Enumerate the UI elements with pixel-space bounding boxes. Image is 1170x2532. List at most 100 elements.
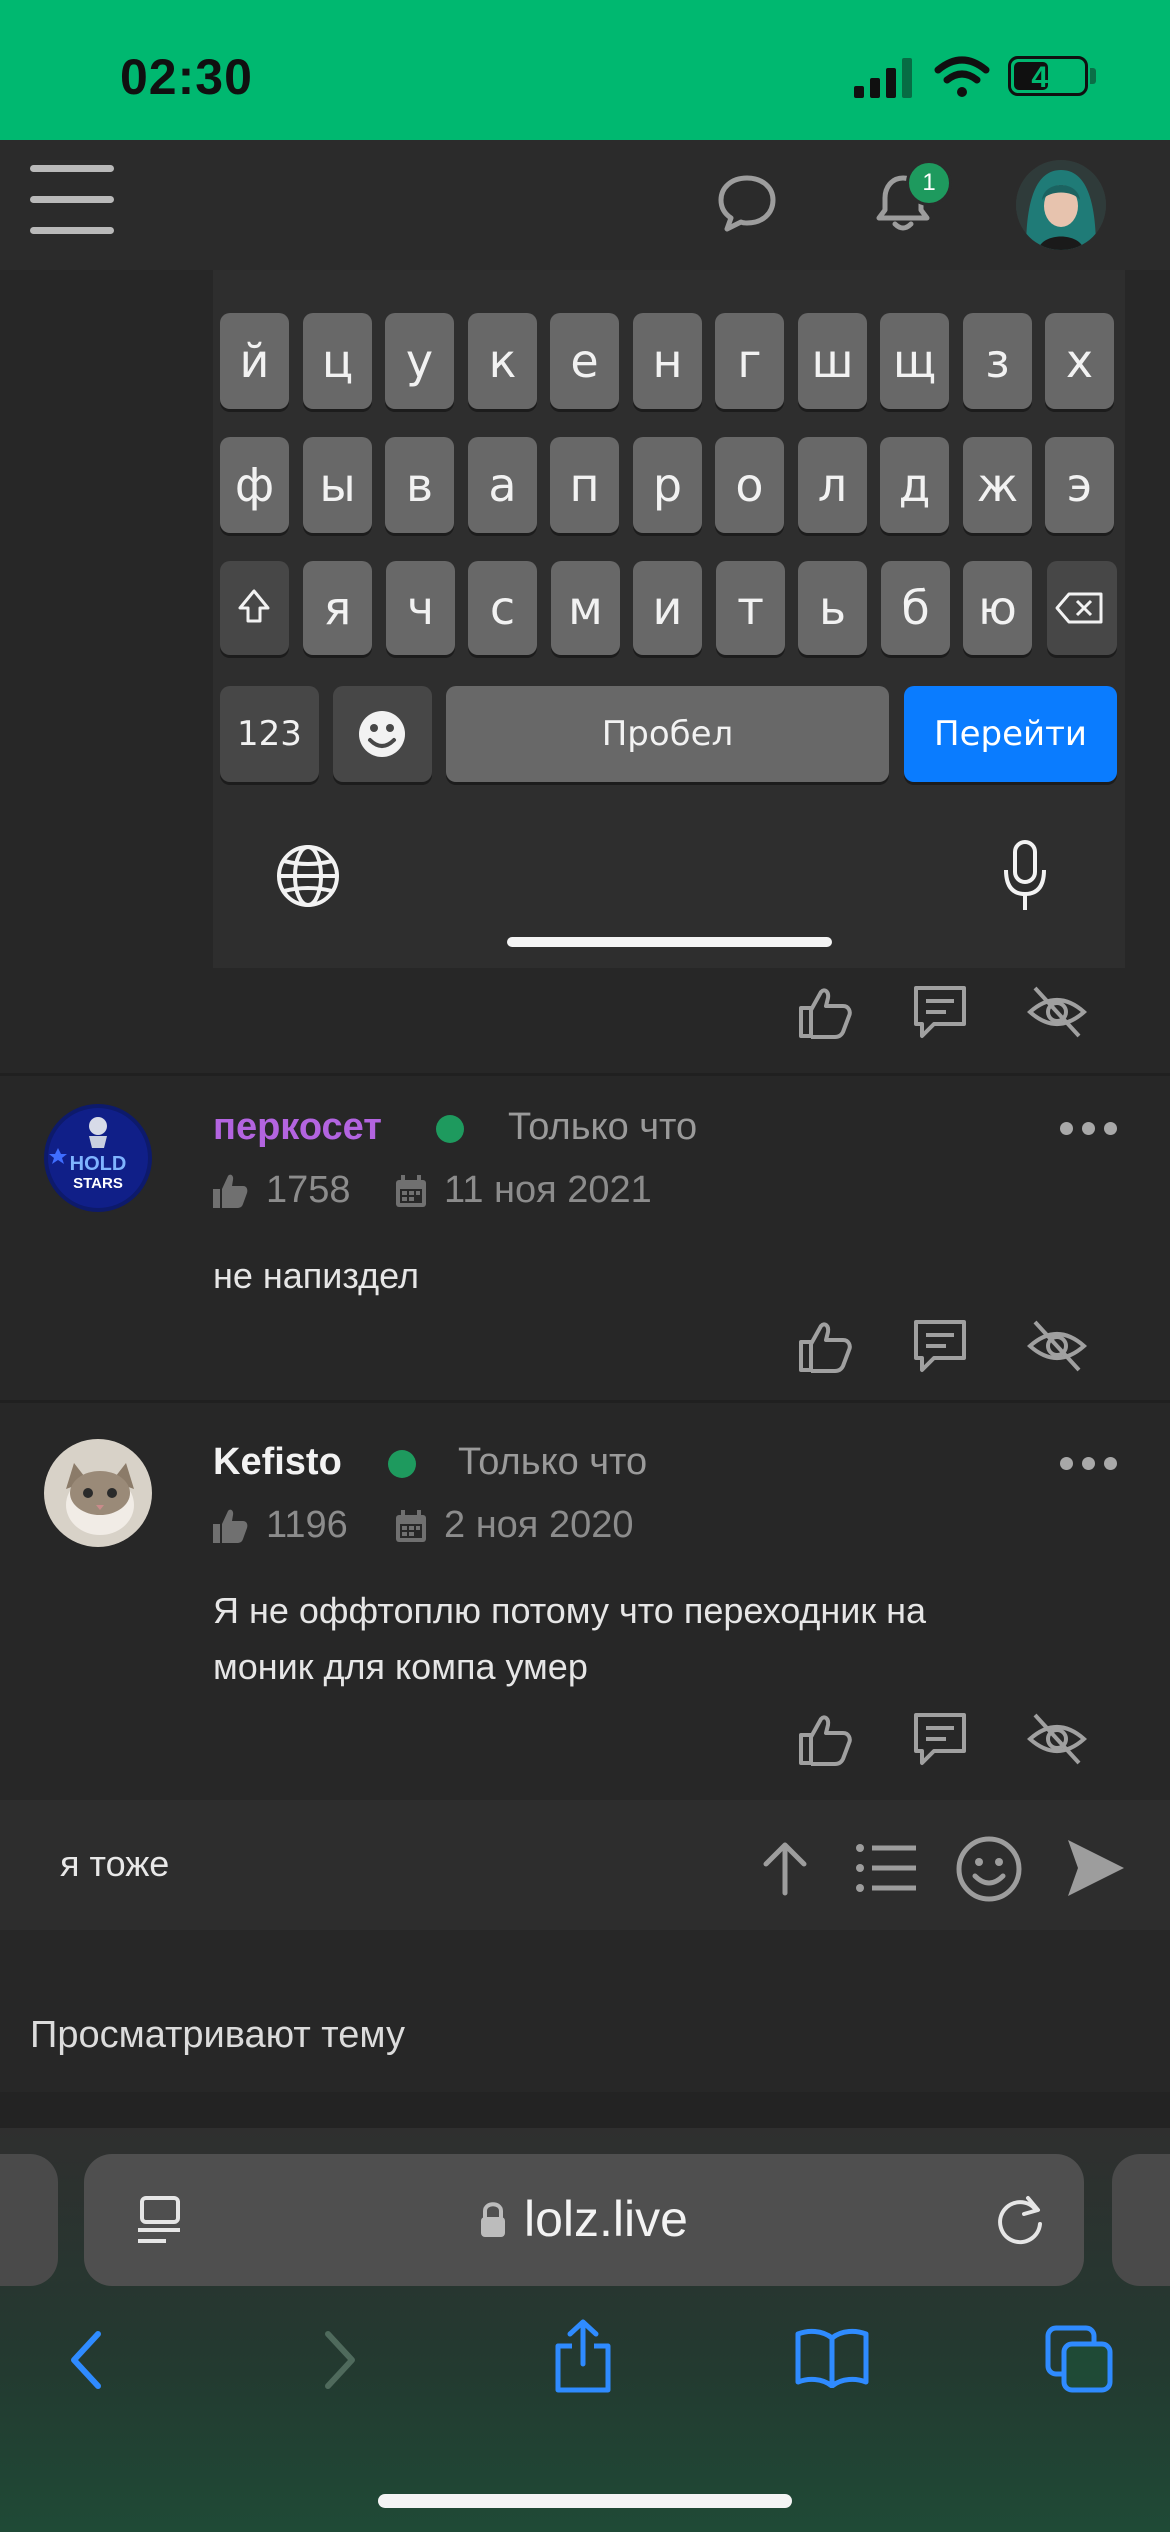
key-л[interactable]: л <box>798 437 867 533</box>
space-key[interactable]: Пробел <box>446 686 889 782</box>
key-к[interactable]: к <box>468 313 537 409</box>
key-т[interactable]: т <box>716 561 785 655</box>
key-б[interactable]: б <box>881 561 950 655</box>
key-в[interactable]: в <box>385 437 454 533</box>
emoji-icon[interactable] <box>954 1834 1024 1904</box>
key-о[interactable]: о <box>715 437 784 533</box>
post-actions <box>795 982 1095 1046</box>
back-icon[interactable] <box>64 2328 108 2392</box>
numbers-key[interactable]: 123 <box>220 686 319 782</box>
url-text: lolz.live <box>524 2191 688 2247</box>
forward-icon[interactable] <box>318 2328 362 2392</box>
post-registered-date: 11 ноя 2021 <box>444 1169 652 1211</box>
key-й[interactable]: й <box>220 313 289 409</box>
hide-icon[interactable] <box>1027 982 1087 1042</box>
key-н[interactable]: н <box>633 313 702 409</box>
tabs-icon[interactable] <box>1044 2324 1114 2394</box>
reply-icon[interactable] <box>910 1316 970 1376</box>
key-с[interactable]: с <box>468 561 537 655</box>
avatar-text-stars: STARS <box>73 1175 123 1192</box>
share-icon[interactable] <box>550 2318 616 2394</box>
likes-icon <box>213 1174 248 1208</box>
key-ч[interactable]: ч <box>386 561 455 655</box>
menu-button[interactable] <box>30 165 114 237</box>
emoji-key[interactable] <box>333 686 432 782</box>
post-likes: 1758 <box>266 1169 351 1211</box>
notification-badge: 1 <box>906 160 952 206</box>
post-username[interactable]: Kefisto <box>213 1441 342 1484</box>
likes-icon <box>213 1509 248 1543</box>
post-perkoset: HOLD STARS перкосет Только что 1758 11 н… <box>0 1076 1170 1396</box>
key-а[interactable]: а <box>468 437 537 533</box>
backspace-key[interactable] <box>1047 561 1117 655</box>
onscreen-keyboard: йцукенгшщзх фывапролджэ ячсмитьбю 123 Пр… <box>213 270 1125 968</box>
key-ы[interactable]: ы <box>303 437 372 533</box>
user-avatar[interactable] <box>1016 160 1106 250</box>
avatar-text-hold: HOLD <box>70 1153 127 1175</box>
key-я[interactable]: я <box>303 561 372 655</box>
bookmarks-icon[interactable] <box>794 2326 870 2388</box>
keyboard-home-indicator <box>507 937 832 947</box>
more-options-icon[interactable] <box>1060 1122 1120 1136</box>
post-text: не напиздел <box>213 1255 419 1296</box>
key-ь[interactable]: ь <box>798 561 867 655</box>
more-options-icon[interactable] <box>1060 1457 1120 1471</box>
hide-icon[interactable] <box>1027 1709 1087 1769</box>
post-avatar[interactable] <box>44 1439 152 1547</box>
post-kefisto: Kefisto Только что 1196 2 ноя 2020 Я не … <box>0 1403 1170 1798</box>
next-tab-peek[interactable] <box>1112 2154 1170 2286</box>
post-text-line-2: моник для компа умер <box>213 1646 588 1687</box>
chat-bubble-icon[interactable] <box>716 172 778 234</box>
post-actions <box>795 1709 1095 1773</box>
key-ц[interactable]: ц <box>303 313 372 409</box>
home-indicator <box>378 2494 792 2508</box>
calendar-icon <box>396 1510 426 1542</box>
microphone-icon[interactable] <box>1000 838 1050 914</box>
key-ф[interactable]: ф <box>220 437 289 533</box>
list-icon[interactable] <box>854 1840 918 1896</box>
post-text-line-1: Я не оффтоплю потому что переходник на <box>213 1590 927 1631</box>
post-registered-date: 2 ноя 2020 <box>444 1504 634 1546</box>
prev-tab-peek[interactable] <box>0 2154 58 2286</box>
post-username[interactable]: перкосет <box>213 1106 382 1149</box>
key-г[interactable]: г <box>715 313 784 409</box>
like-icon[interactable] <box>795 1709 855 1769</box>
key-е[interactable]: е <box>550 313 619 409</box>
key-м[interactable]: м <box>551 561 620 655</box>
go-key[interactable]: Перейти <box>904 686 1117 782</box>
key-и[interactable]: и <box>633 561 702 655</box>
key-х[interactable]: х <box>1045 313 1114 409</box>
key-ж[interactable]: ж <box>963 437 1032 533</box>
app-header <box>0 140 1170 270</box>
reply-icon[interactable] <box>910 982 970 1042</box>
post-time: Только что <box>458 1441 648 1483</box>
like-icon[interactable] <box>795 1316 855 1376</box>
key-э[interactable]: э <box>1045 437 1114 533</box>
post-likes: 1196 <box>266 1504 348 1546</box>
key-р[interactable]: р <box>633 437 702 533</box>
key-ш[interactable]: ш <box>798 313 867 409</box>
hide-icon[interactable] <box>1027 1316 1087 1376</box>
key-з[interactable]: з <box>963 313 1032 409</box>
reader-mode-icon[interactable] <box>136 2196 184 2246</box>
battery-level: 47 <box>1031 61 1065 94</box>
key-у[interactable]: у <box>385 313 454 409</box>
reload-icon[interactable] <box>992 2192 1048 2248</box>
post-avatar[interactable]: HOLD STARS <box>44 1104 152 1212</box>
send-icon[interactable] <box>1064 1836 1128 1900</box>
lock-icon <box>481 2202 505 2237</box>
key-ю[interactable]: ю <box>963 561 1032 655</box>
status-time: 02:30 <box>120 49 253 105</box>
wifi-icon <box>934 56 990 97</box>
online-indicator <box>388 1450 416 1478</box>
key-п[interactable]: п <box>550 437 619 533</box>
key-щ[interactable]: щ <box>880 313 949 409</box>
like-icon[interactable] <box>795 982 855 1042</box>
shift-key[interactable] <box>220 561 289 655</box>
key-д[interactable]: д <box>880 437 949 533</box>
arrow-up-icon[interactable] <box>756 1839 814 1897</box>
globe-icon[interactable] <box>275 843 341 909</box>
reply-input[interactable]: я тоже <box>60 1843 169 1885</box>
reply-icon[interactable] <box>910 1709 970 1769</box>
signal-icon <box>854 58 912 98</box>
